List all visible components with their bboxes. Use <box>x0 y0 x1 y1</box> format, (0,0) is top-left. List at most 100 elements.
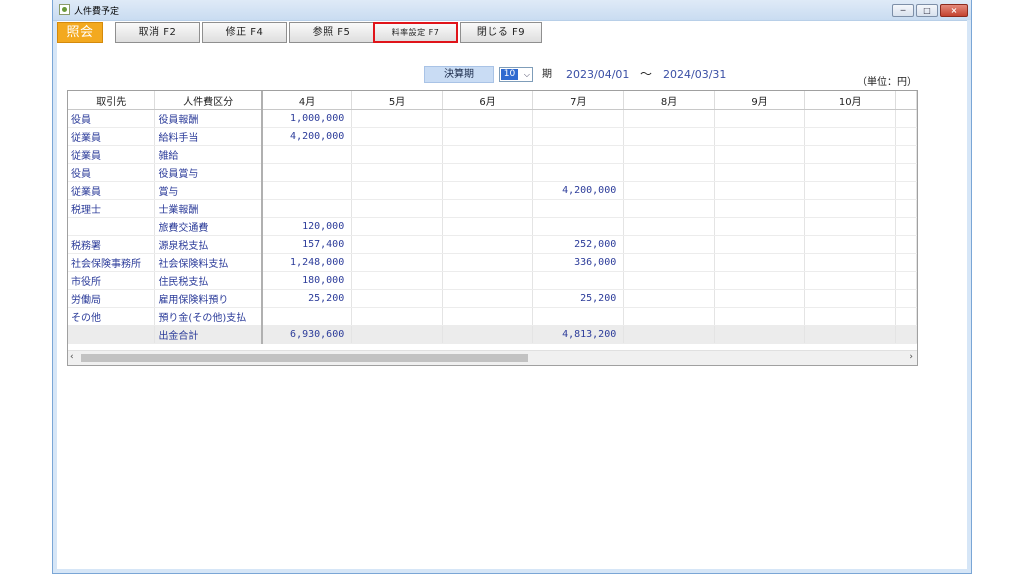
table-row[interactable]: 労働局 雇用保険料預り 25,200 25,200 <box>68 289 917 308</box>
may-cell[interactable] <box>351 109 443 128</box>
scroll-thumb[interactable] <box>81 354 528 362</box>
category-cell[interactable]: 雑給 <box>154 145 263 164</box>
jun-cell[interactable] <box>442 307 534 326</box>
may-cell[interactable] <box>351 235 443 254</box>
may-cell[interactable] <box>351 199 443 218</box>
partner-cell[interactable]: 税務署 <box>68 235 156 254</box>
category-cell[interactable]: 社会保険料支払 <box>154 253 263 272</box>
jul-cell[interactable] <box>532 217 625 236</box>
may-cell[interactable] <box>351 253 443 272</box>
oct-cell[interactable] <box>804 289 896 308</box>
partner-cell[interactable]: 従業員 <box>68 127 156 146</box>
partner-cell[interactable]: 社会保険事務所 <box>68 253 156 272</box>
oct-cell[interactable] <box>804 127 896 146</box>
personnel-cost-grid[interactable]: 取引先 人件費区分 4月 5月 6月 7月 8月 9月 10月 役員 役員報酬 … <box>67 90 918 366</box>
category-cell[interactable]: 賞与 <box>154 181 263 200</box>
table-row[interactable]: その他 預り金(その他)支払 <box>68 307 917 326</box>
may-cell[interactable] <box>351 181 443 200</box>
apr-cell[interactable] <box>261 307 353 326</box>
oct-cell[interactable] <box>804 181 896 200</box>
oct-cell[interactable] <box>804 199 896 218</box>
aug-cell[interactable] <box>623 217 715 236</box>
jun-cell[interactable] <box>442 199 534 218</box>
jul-cell[interactable]: 252,000 <box>532 235 625 254</box>
aug-cell[interactable] <box>623 289 715 308</box>
table-row[interactable]: 社会保険事務所 社会保険料支払 1,248,000 336,000 <box>68 253 917 272</box>
jun-cell[interactable] <box>442 217 534 236</box>
partner-cell[interactable] <box>68 217 156 236</box>
jun-cell[interactable] <box>442 181 534 200</box>
apr-cell[interactable]: 120,000 <box>261 217 353 236</box>
fiscal-period-select[interactable]: 10 ⌵ <box>499 67 533 82</box>
table-row[interactable]: 従業員 賞与 4,200,000 <box>68 181 917 200</box>
category-cell[interactable]: 雇用保険料預り <box>154 289 263 308</box>
jun-cell[interactable] <box>442 289 534 308</box>
oct-cell[interactable] <box>804 271 896 290</box>
partner-cell[interactable]: 労働局 <box>68 289 156 308</box>
aug-cell[interactable] <box>623 181 715 200</box>
apr-cell[interactable]: 4,200,000 <box>261 127 353 146</box>
may-cell[interactable] <box>351 307 443 326</box>
apr-cell[interactable] <box>261 181 353 200</box>
sep-cell[interactable] <box>714 145 806 164</box>
inquiry-mode-button[interactable]: 照会 <box>57 22 103 43</box>
may-cell[interactable] <box>351 289 443 308</box>
table-row[interactable]: 市役所 住民税支払 180,000 <box>68 271 917 290</box>
close-window-button[interactable]: × <box>940 4 968 17</box>
jul-cell[interactable]: 4,200,000 <box>532 181 625 200</box>
sep-cell[interactable] <box>714 181 806 200</box>
jun-cell[interactable] <box>442 271 534 290</box>
sep-cell[interactable] <box>714 163 806 182</box>
category-cell[interactable]: 役員賞与 <box>154 163 263 182</box>
may-cell[interactable] <box>351 271 443 290</box>
category-cell[interactable]: 給料手当 <box>154 127 263 146</box>
category-cell[interactable]: 士業報酬 <box>154 199 263 218</box>
category-cell[interactable]: 源泉税支払 <box>154 235 263 254</box>
apr-cell[interactable]: 1,248,000 <box>261 253 353 272</box>
jul-cell[interactable] <box>532 145 625 164</box>
aug-cell[interactable] <box>623 307 715 326</box>
aug-cell[interactable] <box>623 109 715 128</box>
partner-cell[interactable]: 役員 <box>68 109 156 128</box>
sep-cell[interactable] <box>714 127 806 146</box>
table-row[interactable]: 従業員 給料手当 4,200,000 <box>68 127 917 146</box>
table-row[interactable]: 役員 役員賞与 <box>68 163 917 182</box>
oct-cell[interactable] <box>804 253 896 272</box>
scroll-right-icon[interactable]: › <box>909 351 913 364</box>
apr-cell[interactable]: 25,200 <box>261 289 353 308</box>
jul-cell[interactable] <box>532 127 625 146</box>
jul-cell[interactable] <box>532 271 625 290</box>
partner-cell[interactable]: 税理士 <box>68 199 156 218</box>
aug-cell[interactable] <box>623 253 715 272</box>
table-row[interactable]: 税務署 源泉税支払 157,400 252,000 <box>68 235 917 254</box>
modify-f4-button[interactable]: 修正 F4 <box>202 22 287 43</box>
aug-cell[interactable] <box>623 145 715 164</box>
jun-cell[interactable] <box>442 235 534 254</box>
sep-cell[interactable] <box>714 235 806 254</box>
oct-cell[interactable] <box>804 217 896 236</box>
jul-cell[interactable] <box>532 163 625 182</box>
aug-cell[interactable] <box>623 271 715 290</box>
apr-cell[interactable]: 157,400 <box>261 235 353 254</box>
category-cell[interactable]: 住民税支払 <box>154 271 263 290</box>
table-row[interactable]: 従業員 雑給 <box>68 145 917 164</box>
aug-cell[interactable] <box>623 199 715 218</box>
may-cell[interactable] <box>351 145 443 164</box>
partner-cell[interactable]: 市役所 <box>68 271 156 290</box>
category-cell[interactable]: 旅費交通費 <box>154 217 263 236</box>
aug-cell[interactable] <box>623 127 715 146</box>
partner-cell[interactable]: 役員 <box>68 163 156 182</box>
sep-cell[interactable] <box>714 109 806 128</box>
sep-cell[interactable] <box>714 271 806 290</box>
cancel-f2-button[interactable]: 取消 F2 <box>115 22 200 43</box>
may-cell[interactable] <box>351 127 443 146</box>
oct-cell[interactable] <box>804 235 896 254</box>
apr-cell[interactable] <box>261 199 353 218</box>
jun-cell[interactable] <box>442 145 534 164</box>
table-row[interactable]: 旅費交通費 120,000 <box>68 217 917 236</box>
aug-cell[interactable] <box>623 235 715 254</box>
table-row[interactable]: 役員 役員報酬 1,000,000 <box>68 109 917 128</box>
sep-cell[interactable] <box>714 289 806 308</box>
minimize-button[interactable]: ─ <box>892 4 914 17</box>
sep-cell[interactable] <box>714 307 806 326</box>
